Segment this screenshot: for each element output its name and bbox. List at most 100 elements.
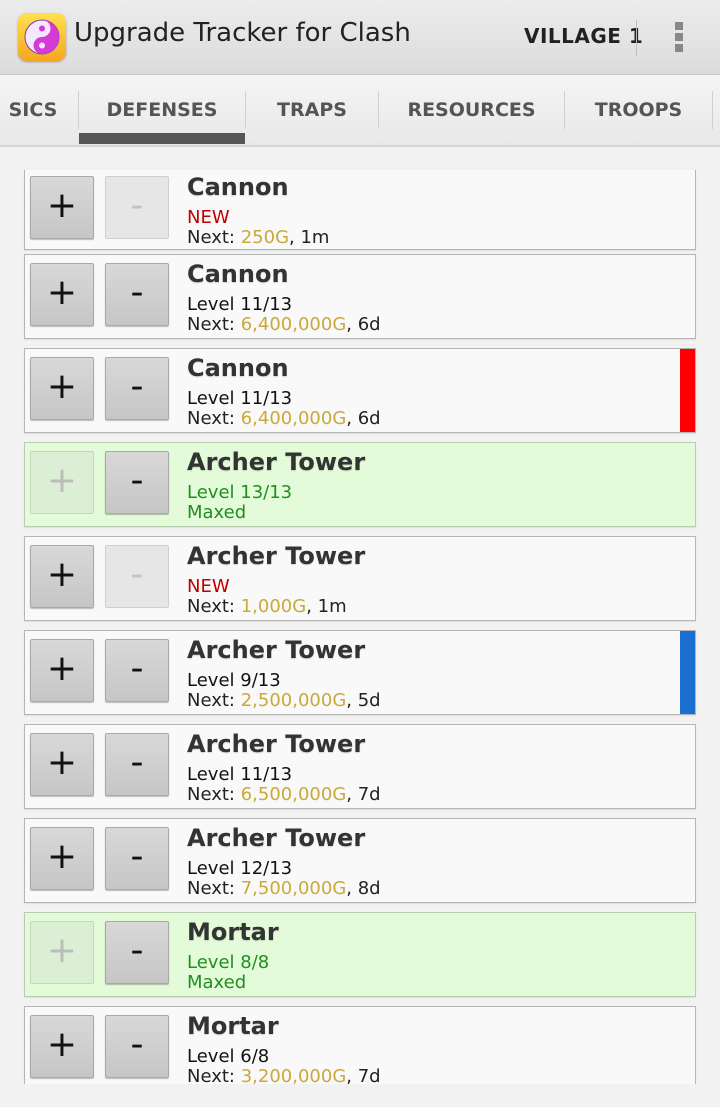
building-name: Mortar <box>187 1012 279 1040</box>
tab-resources[interactable]: RESOURCES <box>379 75 564 145</box>
separator: , <box>289 227 301 248</box>
tab-basics[interactable]: SICS <box>0 75 70 145</box>
decrease-level-button[interactable]: - <box>105 545 169 608</box>
separator: , <box>306 596 318 617</box>
list-item: + - Mortar Level 8/8 Maxed <box>24 912 696 997</box>
upgrade-cost: 6,500,000G <box>240 784 347 805</box>
decrease-level-button[interactable]: - <box>105 733 169 796</box>
separator: , <box>346 314 358 335</box>
building-name: Cannon <box>187 173 289 201</box>
selected-tab-indicator <box>79 133 245 144</box>
next-label: Next: <box>187 784 241 805</box>
next-label: Next: <box>187 314 241 335</box>
list-item: + - Archer Tower Level 9/13 Next: 2,500,000G… <box>24 630 696 715</box>
level-text: Level 13/13 <box>187 482 293 503</box>
tab-divider <box>712 91 713 129</box>
upgrade-cost: 1,000G <box>240 596 307 617</box>
building-name: Mortar <box>187 918 279 946</box>
maxed-label: Maxed <box>187 502 247 523</box>
level-text: Level 11/13 <box>187 388 293 409</box>
upgrade-time: 7d <box>357 1066 381 1084</box>
decrease-level-button[interactable]: - <box>105 827 169 890</box>
next-upgrade: Next: 6,400,000G, 6d <box>187 314 381 335</box>
next-label: Next: <box>187 878 241 899</box>
building-name: Cannon <box>187 354 289 382</box>
next-upgrade: Next: 250G, 1m <box>187 227 329 248</box>
maxed-label: Maxed <box>187 972 247 993</box>
tab-troops[interactable]: TROOPS <box>565 75 712 145</box>
new-badge: NEW <box>187 207 230 228</box>
decrease-level-button[interactable]: - <box>105 176 169 239</box>
action-bar-divider <box>636 20 637 56</box>
level-text: Level 12/13 <box>187 858 293 879</box>
upgrade-time: 1m <box>317 596 347 617</box>
level-text: Level 9/13 <box>187 670 281 691</box>
decrease-level-button[interactable]: - <box>105 639 169 702</box>
building-name: Archer Tower <box>187 448 366 476</box>
increase-level-button[interactable]: + <box>30 451 94 514</box>
overflow-menu-icon[interactable] <box>662 12 696 62</box>
decrease-level-button[interactable]: - <box>105 1015 169 1078</box>
separator: , <box>346 408 358 429</box>
increase-level-button[interactable]: + <box>30 357 94 420</box>
upgrade-cost: 7,500,000G <box>240 878 347 899</box>
level-text: Level 8/8 <box>187 952 270 973</box>
next-label: Next: <box>187 227 241 248</box>
upgrade-cost: 2,500,000G <box>240 690 347 711</box>
upgrade-cost: 6,400,000G <box>240 314 347 335</box>
app-title: Upgrade Tracker for Clash <box>74 18 411 48</box>
increase-level-button[interactable]: + <box>30 1015 94 1078</box>
increase-level-button[interactable]: + <box>30 827 94 890</box>
list-item: + - Cannon Level 11/13 Next: 6,400,000G, 6d <box>24 348 696 433</box>
building-name: Cannon <box>187 260 289 288</box>
upgrade-cost: 6,400,000G <box>240 408 347 429</box>
list-item: + - Archer Tower Level 12/13 Next: 7,500,000… <box>24 818 696 903</box>
building-name: Archer Tower <box>187 636 366 664</box>
separator: , <box>346 784 358 805</box>
increase-level-button[interactable]: + <box>30 263 94 326</box>
decrease-level-button[interactable]: - <box>105 451 169 514</box>
decrease-level-button[interactable]: - <box>105 921 169 984</box>
tab-traps[interactable]: TRAPS <box>246 75 378 145</box>
increase-level-button[interactable]: + <box>30 639 94 702</box>
next-label: Next: <box>187 408 241 429</box>
action-bar: Upgrade Tracker for Clash VILLAGE 1 <box>0 0 720 75</box>
increase-level-button[interactable]: + <box>30 545 94 608</box>
increase-level-button[interactable]: + <box>30 921 94 984</box>
upgrade-time: 5d <box>357 690 381 711</box>
next-upgrade: Next: 1,000G, 1m <box>187 596 347 617</box>
building-name: Archer Tower <box>187 542 366 570</box>
level-text: Level 11/13 <box>187 764 293 785</box>
separator: , <box>346 690 358 711</box>
decrease-level-button[interactable]: - <box>105 263 169 326</box>
upgrade-time: 6d <box>357 408 381 429</box>
next-upgrade: Next: 3,200,000G, 7d <box>187 1066 381 1084</box>
list-item: + - Archer Tower Level 13/13 Maxed <box>24 442 696 527</box>
next-upgrade: Next: 6,500,000G, 7d <box>187 784 381 805</box>
building-name: Archer Tower <box>187 824 366 852</box>
defense-list[interactable]: + - Cannon NEW Next: 250G, 1m + - Cannon Level 1… <box>0 170 720 1084</box>
list-item: + - Cannon Level 11/13 Next: 6,400,000G, 6d <box>24 254 696 339</box>
decrease-level-button[interactable]: - <box>105 357 169 420</box>
village-selector[interactable]: VILLAGE 1 <box>524 24 643 48</box>
new-badge: NEW <box>187 576 230 597</box>
list-item: + - Archer Tower Level 11/13 Next: 6,500,000… <box>24 724 696 809</box>
increase-level-button[interactable]: + <box>30 733 94 796</box>
upgrade-time: 8d <box>357 878 381 899</box>
upgrade-cost: 3,200,000G <box>240 1066 347 1084</box>
next-upgrade: Next: 7,500,000G, 8d <box>187 878 381 899</box>
next-label: Next: <box>187 596 241 617</box>
separator: , <box>346 1066 358 1084</box>
color-marker <box>680 631 695 714</box>
level-text: Level 11/13 <box>187 294 293 315</box>
separator: , <box>346 878 358 899</box>
list-item: + - Cannon NEW Next: 250G, 1m <box>24 170 696 250</box>
increase-level-button[interactable]: + <box>30 176 94 239</box>
building-name: Archer Tower <box>187 730 366 758</box>
next-label: Next: <box>187 690 241 711</box>
upgrade-time: 1m <box>300 227 330 248</box>
next-label: Next: <box>187 1066 241 1084</box>
level-text: Level 6/8 <box>187 1046 270 1067</box>
yin-yang-icon[interactable] <box>18 13 66 61</box>
next-upgrade: Next: 6,400,000G, 6d <box>187 408 381 429</box>
